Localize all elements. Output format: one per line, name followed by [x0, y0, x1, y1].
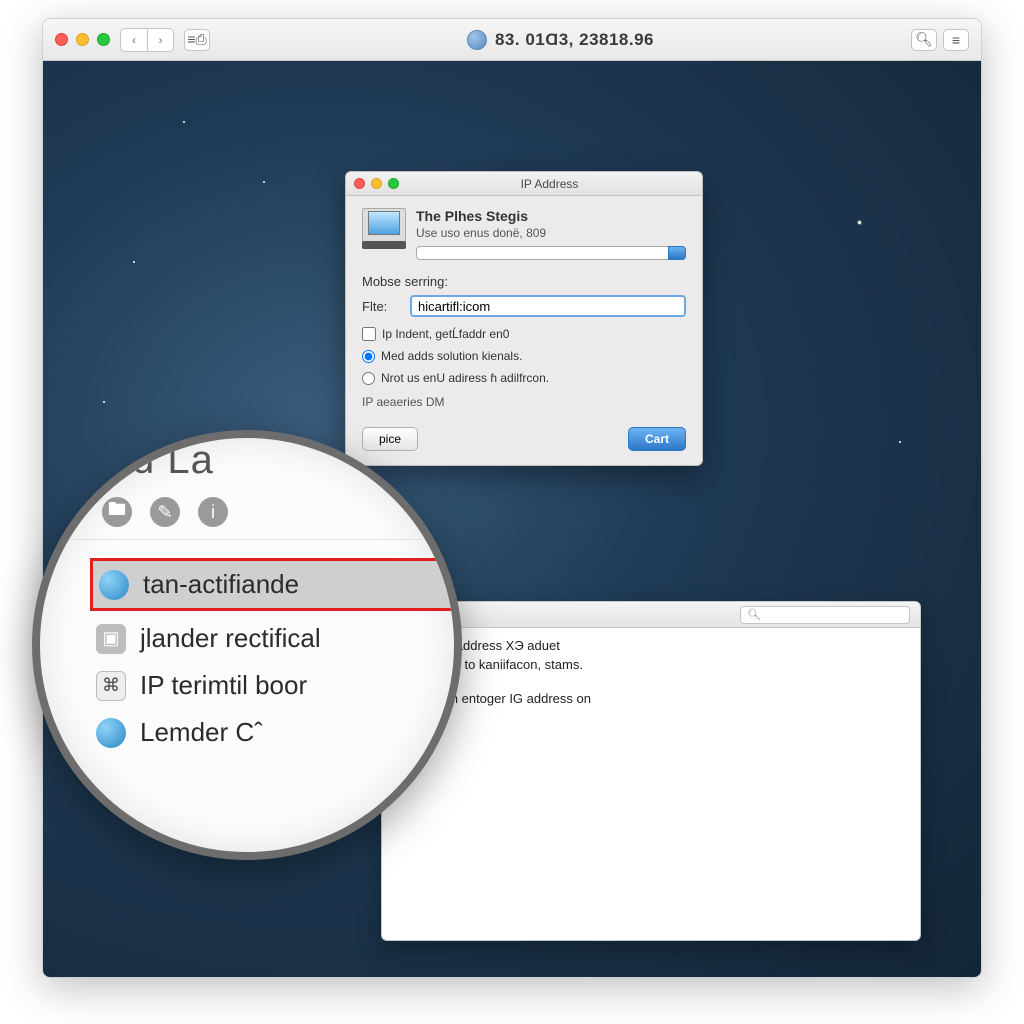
window-controls	[55, 33, 110, 46]
magnifier-toolbar: 🖿 ✎ i	[62, 483, 462, 540]
globe-icon	[99, 570, 129, 600]
indent-checkbox-row[interactable]: Ip Indent, getĹfaddr en0	[362, 327, 686, 341]
zoom-icon[interactable]	[97, 33, 110, 46]
list-item-label: Lemder Cˆ	[140, 717, 263, 748]
checkbox-label: Ip Indent, getĹfaddr en0	[382, 327, 509, 341]
minimize-icon[interactable]	[76, 33, 89, 46]
dialog-note: IP aeaeries DM	[362, 395, 686, 409]
back-button[interactable]: ‹	[121, 29, 147, 51]
close-icon[interactable]	[55, 33, 68, 46]
nav-buttons: ‹ ›	[120, 28, 174, 52]
forward-button[interactable]: ›	[147, 29, 173, 51]
info-icon[interactable]: i	[198, 497, 228, 527]
list-item[interactable]: Lemder Cˆ	[90, 709, 454, 756]
list-item[interactable]: ⌘ IP terimtil boor	[90, 662, 454, 709]
briefcase-icon[interactable]: 🖿	[102, 497, 132, 527]
menu-button[interactable]: ≡	[943, 29, 969, 51]
secondary-window: Maone 🔍︎ thefeer ip address XЭ aduet or …	[381, 601, 921, 941]
ok-button[interactable]: Cart	[628, 427, 686, 451]
terminal-icon: ⌘	[96, 671, 126, 701]
secondary-content: thefeer ip address XЭ aduet or works in …	[382, 628, 920, 720]
list-item-label: tan-actifiande	[143, 569, 299, 600]
secondary-titlebar[interactable]: Maone 🔍︎	[382, 602, 920, 628]
magnifier-overlay: d La 🖿 ✎ i tan-actifiande ▣ jlander rect…	[32, 430, 462, 860]
list-item[interactable]: ▣ jlander rectifical	[90, 615, 454, 662]
radio-option-1[interactable]: Med adds solution kienals.	[362, 349, 686, 363]
dialog-close-icon[interactable]	[354, 178, 365, 189]
globe-icon	[467, 30, 487, 50]
field-label: Flte:	[362, 299, 402, 314]
secondary-line-1: thefeer ip address XЭ aduet	[398, 638, 904, 653]
radio-option-2[interactable]: Nrot us enU adiress ɦ adilfrcon.	[362, 371, 686, 385]
dialog-subheading: Use uso enus donë, 809	[416, 226, 686, 240]
progress-bar	[416, 246, 686, 260]
list-item-label: jlander rectifical	[140, 623, 321, 654]
list-item-selected[interactable]: tan-actifiande	[90, 558, 454, 611]
address-text: 83. 01Ɑ3, 23818.96	[495, 30, 654, 50]
radio-1-label: Med adds solution kienals.	[381, 349, 522, 363]
edit-icon[interactable]: ✎	[150, 497, 180, 527]
dialog-title: IP Address	[405, 177, 694, 191]
radio-2-label: Nrot us enU adiress ɦ adilfrcon.	[381, 371, 549, 385]
list-item-label: IP terimtil boor	[140, 670, 307, 701]
search-button[interactable]: 🔍︎	[911, 29, 937, 51]
app-icon: ▣	[96, 624, 126, 654]
magnifier-top-text: d La	[62, 438, 462, 483]
radio-2[interactable]	[362, 372, 375, 385]
sidebar-toggle-button[interactable]: ≡⎙	[184, 29, 210, 51]
file-input[interactable]	[410, 295, 686, 317]
radio-1[interactable]	[362, 350, 375, 363]
browser-toolbar: ‹ › ≡⎙ 83. 01Ɑ3, 23818.96 🔍︎ ≡	[43, 19, 981, 61]
indent-checkbox[interactable]	[362, 327, 376, 341]
dialog-heading: The Plhes Stegis	[416, 208, 686, 224]
section-label: Mobse serring:	[362, 274, 686, 289]
dialog-zoom-icon[interactable]	[388, 178, 399, 189]
dialog-titlebar[interactable]: IP Address	[346, 172, 702, 196]
magnifier-list: tan-actifiande ▣ jlander rectifical ⌘ IP…	[62, 540, 462, 770]
dialog-minimize-icon[interactable]	[371, 178, 382, 189]
address-bar[interactable]: 83. 01Ɑ3, 23818.96	[220, 30, 901, 50]
ip-address-dialog: IP Address The Plhes Stegis Use uso enus…	[345, 171, 703, 466]
progress-cap-icon	[668, 246, 686, 260]
secondary-line-2: or works in to kaniifacon, stams.	[398, 657, 904, 672]
secondary-line-3: andlancon entoger IG address on	[398, 691, 904, 706]
globe-icon	[96, 718, 126, 748]
computer-icon	[362, 208, 406, 248]
secondary-search-input[interactable]: 🔍︎	[740, 606, 910, 624]
